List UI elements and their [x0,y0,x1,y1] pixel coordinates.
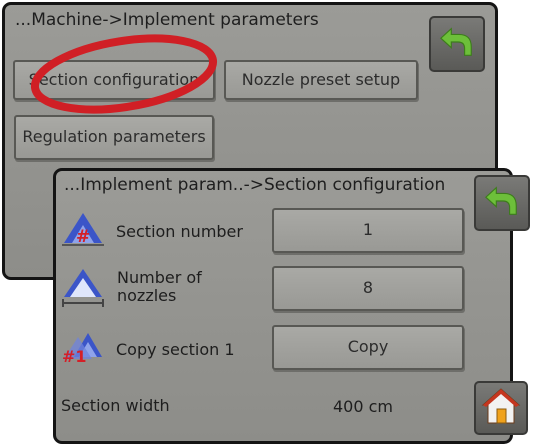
section-configuration-panel: ...Implement param..->Section configurat… [53,168,530,444]
nozzles-icon [60,265,106,313]
back-arrow-icon [483,182,521,224]
copy-button[interactable]: Copy [272,325,464,370]
copy-section-label: Copy section 1 [116,340,235,359]
copy-section-icon: #1 [60,329,106,369]
section-number-field[interactable]: 1 [272,208,464,253]
svg-text:#1: #1 [62,347,87,365]
back-button[interactable] [429,16,485,72]
panel-title: ...Machine->Implement parameters [15,10,319,30]
home-icon [481,386,521,430]
highlight-ellipse [30,34,218,114]
svg-text:#: # [76,227,90,247]
back-button[interactable] [474,175,530,231]
section-number-icon: # [60,209,106,253]
section-width-label: Section width [61,396,170,415]
section-width-value: 400 cm [333,397,394,416]
number-of-nozzles-label: Number of nozzles [117,268,202,305]
section-number-label: Section number [116,222,243,241]
nozzle-preset-setup-button[interactable]: Nozzle preset setup [224,60,418,100]
panel-title: ...Implement param..->Section configurat… [64,175,446,195]
number-of-nozzles-field[interactable]: 8 [272,266,464,311]
regulation-parameters-button[interactable]: Regulation parameters [14,115,214,160]
home-button[interactable] [474,381,528,435]
back-arrow-icon [438,23,476,65]
